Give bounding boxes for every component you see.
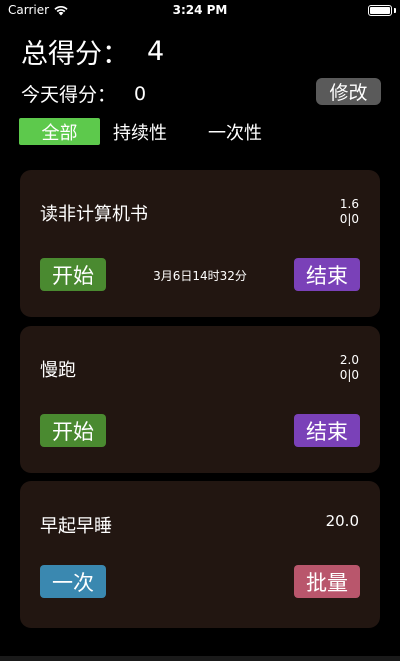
task-score-value: 20.0: [325, 512, 359, 530]
edit-button[interactable]: 修改: [316, 78, 381, 105]
status-bar: Carrier 3:24 PM: [0, 0, 400, 22]
bottom-edge: [0, 656, 400, 661]
task-score: 20.0: [326, 514, 359, 529]
battery-icon: [368, 5, 392, 16]
task-title: 读非计算机书: [40, 204, 148, 225]
task-counts: 0|0: [339, 368, 359, 382]
task-title: 慢跑: [40, 360, 76, 381]
end-button[interactable]: 结束: [294, 414, 360, 447]
task-score: 1.6 0|0: [340, 197, 359, 227]
total-score-label: 总得分：: [21, 39, 129, 70]
battery-cap: [394, 8, 396, 13]
start-button[interactable]: 开始: [40, 414, 106, 447]
total-score: 总得分： 4: [21, 32, 164, 71]
task-score-value: 1.6: [339, 197, 359, 211]
app-screen: Carrier 3:24 PM 总得分： 4 今天得分： 0 修改 全部 持续性…: [0, 0, 400, 661]
task-card-early-sleep: 早起早睡 20.0 一次 批量: [20, 481, 380, 628]
today-score-label: 今天得分：: [21, 84, 117, 106]
tab-one-time[interactable]: 一次性: [190, 118, 280, 145]
task-counts: 0|0: [339, 212, 359, 226]
today-score-value: 0: [134, 82, 147, 105]
task-card-jogging: 慢跑 2.0 0|0 开始 结束: [20, 326, 380, 473]
battery-fill: [370, 7, 390, 14]
once-button[interactable]: 一次: [40, 565, 106, 598]
end-button[interactable]: 结束: [294, 258, 360, 291]
today-score: 今天得分： 0: [21, 80, 146, 107]
total-score-value: 4: [147, 36, 165, 67]
tab-continuous[interactable]: 持续性: [100, 118, 180, 145]
task-card-reading: 读非计算机书 1.6 0|0 开始 3月6日14时32分 结束: [20, 170, 380, 317]
filter-tabs: 全部 持续性 一次性: [19, 118, 280, 145]
status-time: 3:24 PM: [172, 3, 228, 17]
task-score-value: 2.0: [339, 353, 359, 367]
task-score: 2.0 0|0: [340, 353, 359, 383]
tab-all[interactable]: 全部: [19, 118, 100, 145]
task-title: 早起早睡: [40, 516, 112, 537]
batch-button[interactable]: 批量: [294, 565, 360, 598]
